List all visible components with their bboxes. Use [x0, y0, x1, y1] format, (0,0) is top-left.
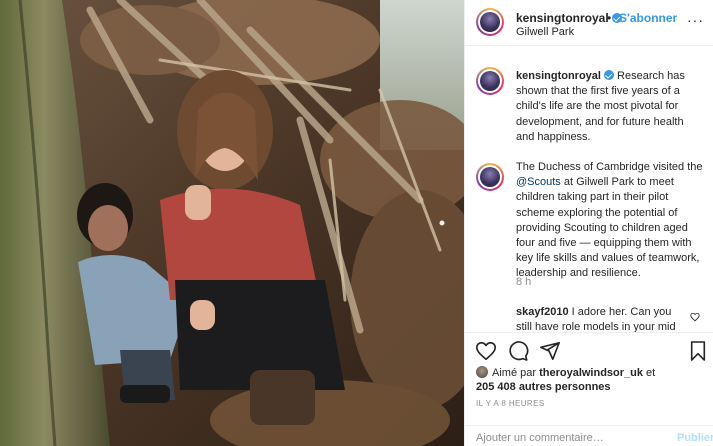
photo-scene [0, 0, 464, 446]
follow-button[interactable]: S'abonner [619, 11, 677, 25]
more-options-icon[interactable]: ··· [687, 12, 704, 28]
post-actions-bar [465, 332, 713, 366]
verified-badge-icon [603, 70, 614, 80]
liker-username[interactable]: theroyalwindsor_uk [539, 367, 643, 379]
post-caption: kensingtonroyal Research has shown that … [516, 69, 704, 282]
author-avatar[interactable] [476, 8, 504, 36]
mention-link[interactable]: @Scouts [516, 176, 561, 188]
comment-icon[interactable] [507, 340, 529, 367]
heart-icon[interactable] [475, 340, 497, 367]
caption-avatar[interactable] [476, 67, 504, 95]
caption-username[interactable]: kensingtonroyal [516, 70, 614, 82]
comment-item: skayf2010 I adore her. Can you still hav… [516, 305, 686, 332]
header-separator: • [607, 11, 612, 25]
location-link[interactable]: Gilwell Park [516, 26, 574, 38]
add-comment-bar: Ajouter un commentaire… Publier [465, 425, 713, 446]
comment-like-icon[interactable] [690, 309, 700, 327]
share-icon[interactable] [539, 340, 561, 367]
author-username[interactable]: kensingtonroyal [516, 11, 622, 25]
post-photo[interactable] [0, 0, 464, 446]
caption-timestamp: 8 h [516, 276, 532, 288]
caption-avatar-secondary[interactable] [476, 163, 504, 191]
liker-avatar[interactable] [476, 366, 488, 378]
post-timestamp[interactable]: IL Y A 8 HEURES [476, 399, 545, 408]
likes-mid: et [643, 367, 656, 379]
likes-summary: Aimé par theroyalwindsor_uk et 205 408 a… [476, 366, 706, 394]
caption-text-2a: The Duchess of Cambridge visited the [516, 161, 703, 174]
comment-username[interactable]: skayf2010 [516, 306, 569, 318]
next-arrow[interactable] [444, 216, 456, 230]
comment-input[interactable]: Ajouter un commentaire… [476, 432, 604, 444]
caption-text-2b: at Gilwell Park to meet children taking … [516, 176, 700, 280]
post-sidebar: kensingtonroyal • S'abonner Gilwell Park… [464, 0, 713, 446]
publish-button[interactable]: Publier [677, 432, 713, 444]
comments-scroll-area[interactable]: kensingtonroyal Research has shown that … [465, 47, 713, 332]
bookmark-icon[interactable] [689, 340, 707, 367]
likes-prefix: Aimé par [492, 367, 540, 379]
likes-count[interactable]: 205 408 autres personnes [476, 381, 611, 393]
post-header: kensingtonroyal • S'abonner Gilwell Park… [465, 0, 713, 46]
